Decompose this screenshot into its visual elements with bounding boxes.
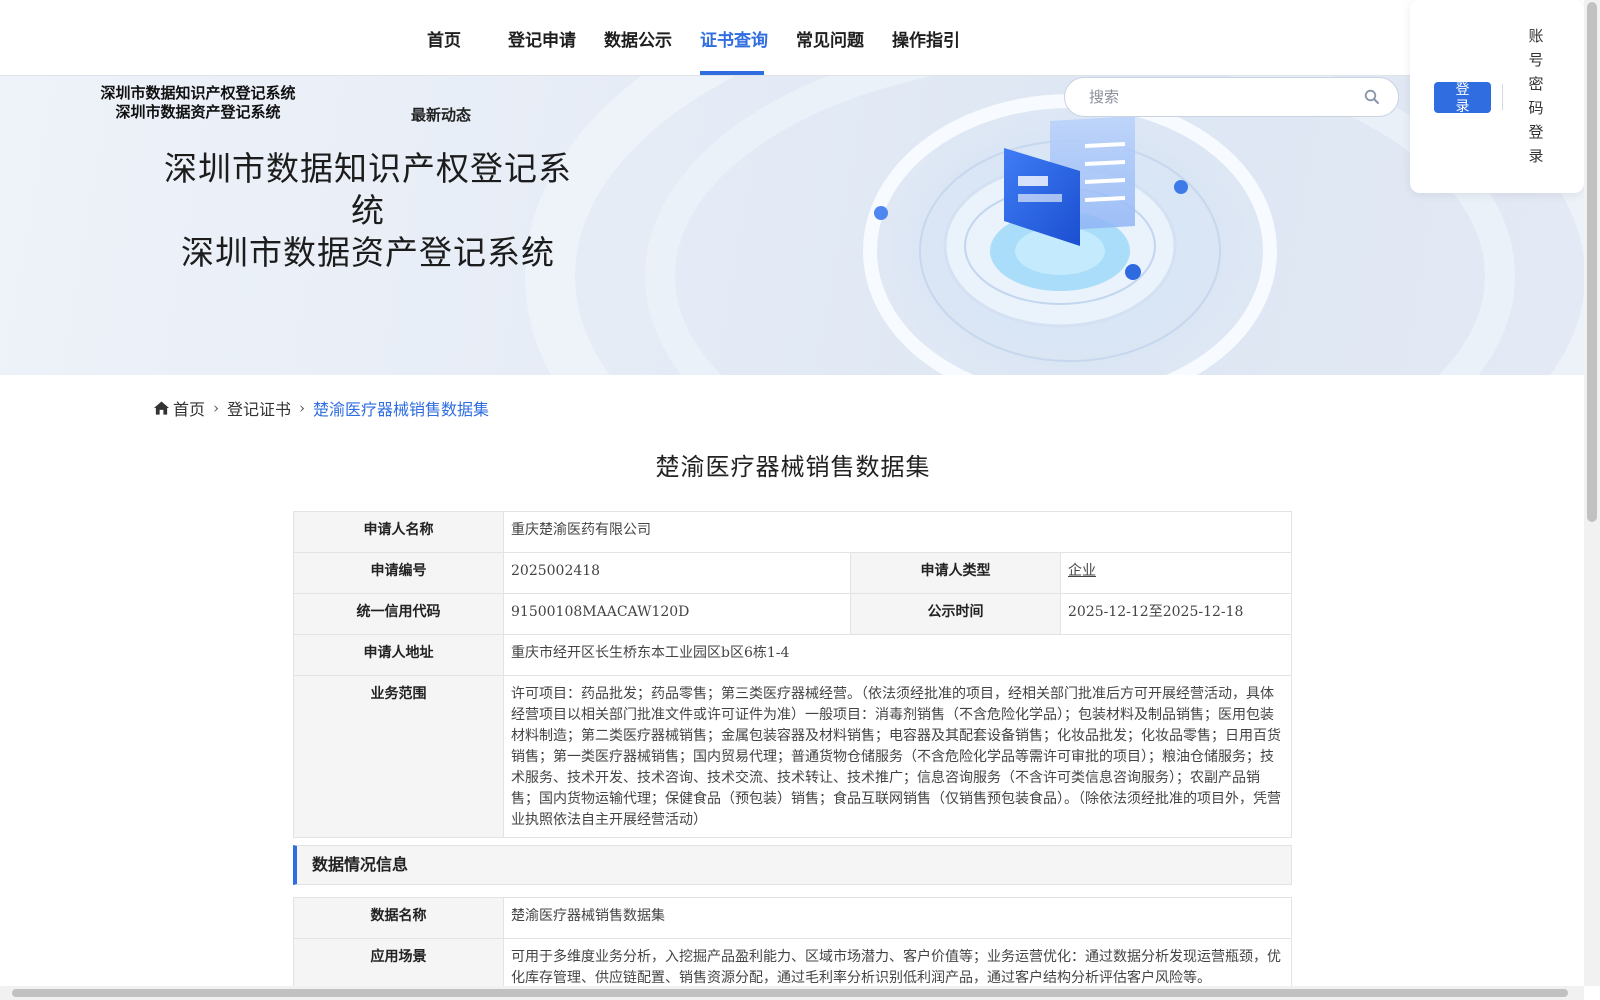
home-icon (154, 401, 169, 415)
applicant-address-label: 申请人地址 (293, 634, 504, 676)
login-divider (1502, 84, 1503, 110)
banner-title-line-1: 深圳市数据知识产权登记系统 (164, 149, 572, 230)
logo-line-2: 深圳市数据资产登记系统 (115, 103, 281, 121)
table-row: 申请人地址 重庆市经开区长生桥东本工业园区b区6栋1-4 (293, 634, 1292, 676)
logo-line-1: 深圳市数据知识产权登记系统 (100, 84, 296, 102)
vertical-scrollbar[interactable] (1584, 0, 1600, 986)
chevron-right-icon: › (299, 399, 306, 417)
horizontal-scrollbar-thumb[interactable] (12, 989, 1568, 997)
applicant-type-value: 企业 (1060, 552, 1292, 594)
breadcrumb-home[interactable]: 首页 (173, 396, 205, 420)
nav-home[interactable]: 首页 (427, 26, 461, 51)
business-scope-value: 许可项目：药品批发；药品零售；第三类医疗器械经营。（依法须经批准的项目，经相关部… (503, 675, 1292, 838)
horizontal-scrollbar[interactable] (0, 986, 1584, 1000)
table-row: 申请人名称 重庆楚渝医药有限公司 (293, 511, 1292, 553)
login-button[interactable]: 登录 (1434, 82, 1491, 113)
breadcrumb-current: 楚渝医疗器械销售数据集 (313, 400, 490, 419)
nav-registration-apply[interactable]: 登记申请 (508, 26, 576, 51)
login-button-label: 登录 (1455, 82, 1470, 113)
top-nav: 首页 登记申请 数据公示 证书查询 常见问题 操作指引 (0, 0, 1584, 76)
application-number-value: 2025002418 (503, 552, 851, 594)
credit-code-label: 统一信用代码 (293, 593, 504, 635)
password-login-link[interactable]: 账号密码登录 (1526, 24, 1546, 168)
banner-title-line-2: 深圳市数据资产登记系统 (181, 233, 555, 272)
page-title: 楚渝医疗器械销售数据集 (655, 453, 931, 481)
vertical-scrollbar-thumb[interactable] (1587, 2, 1597, 522)
active-tab-indicator (700, 71, 764, 75)
breadcrumb-certificates[interactable]: 登记证书 (227, 396, 291, 420)
search-input[interactable] (1089, 86, 1349, 108)
applicant-name-value: 重庆楚渝医药有限公司 (503, 511, 1292, 553)
applicant-name-label: 申请人名称 (293, 511, 504, 553)
latest-news-link[interactable]: 最新动态 (411, 104, 471, 125)
table-row: 统一信用代码 91500108MAACAW120D 公示时间 2025-12-1… (293, 593, 1292, 635)
table-row: 业务范围 许可项目：药品批发；药品零售；第三类医疗器械经营。（依法须经批准的项目… (293, 675, 1292, 838)
data-info-section-heading: 数据情况信息 (293, 845, 1292, 885)
nav-faq[interactable]: 常见问题 (796, 26, 864, 51)
breadcrumb: 首页 › 登记证书 › 楚渝医疗器械销售数据集 (154, 396, 489, 420)
applicant-type-link[interactable]: 企业 (1068, 563, 1096, 579)
site-logo-text[interactable]: 深圳市数据知识产权登记系统 深圳市数据资产登记系统 (80, 84, 316, 122)
business-scope-label: 业务范围 (293, 675, 504, 838)
applicant-info-table: 申请人名称 重庆楚渝医药有限公司 申请编号 2025002418 申请人类型 企… (293, 511, 1292, 838)
table-row: 数据名称 楚渝医疗器械销售数据集 (293, 897, 1292, 939)
nav-operation-guide[interactable]: 操作指引 (892, 26, 960, 51)
hero-banner: 深圳市数据知识产权登记系统 深圳市数据资产登记系统 最新动态 深圳市数据知识产权… (0, 76, 1584, 375)
data-name-value: 楚渝医疗器械销售数据集 (503, 897, 1292, 939)
applicant-type-label: 申请人类型 (850, 552, 1061, 594)
table-row: 申请编号 2025002418 申请人类型 企业 (293, 552, 1292, 594)
search-icon[interactable] (1364, 89, 1380, 105)
application-number-label: 申请编号 (293, 552, 504, 594)
publicity-time-label: 公示时间 (850, 593, 1061, 635)
applicant-address-value: 重庆市经开区长生桥东本工业园区b区6栋1-4 (503, 634, 1292, 676)
data-info-table: 数据名称 楚渝医疗器械销售数据集 应用场景 可用于多维度业务分析，入挖掘产品盈利… (293, 897, 1292, 996)
banner-title: 深圳市数据知识产权登记系统 深圳市数据资产登记系统 (150, 148, 586, 274)
credit-code-value: 91500108MAACAW120D (503, 593, 851, 635)
nav-certificate-query[interactable]: 证书查询 (700, 26, 768, 51)
chevron-right-icon: › (213, 399, 220, 417)
login-panel: 登录 账号密码登录 (1410, 0, 1584, 193)
search-box (1064, 77, 1399, 117)
publicity-time-value: 2025-12-12至2025-12-18 (1060, 593, 1292, 635)
data-name-label: 数据名称 (293, 897, 504, 939)
nav-data-publicity[interactable]: 数据公示 (604, 26, 672, 51)
